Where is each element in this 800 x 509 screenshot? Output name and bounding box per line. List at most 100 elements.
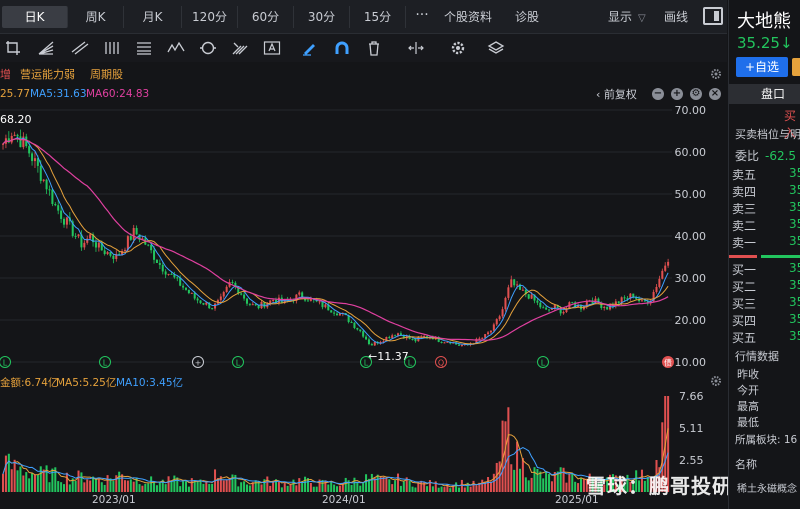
y-tick-label: 70.00	[675, 104, 707, 117]
tag-settings-icon[interactable]	[710, 68, 722, 80]
period-tab-60min[interactable]: 60分	[238, 6, 294, 28]
extra-action-button[interactable]	[792, 58, 800, 76]
volume-bar	[472, 480, 475, 492]
x-tick-label: 2023/01	[92, 494, 136, 506]
candle-body	[536, 300, 539, 303]
tag-item[interactable]: 增	[0, 66, 11, 82]
zoom-out-icon[interactable]: −	[652, 88, 664, 100]
volume-bar	[507, 407, 510, 492]
settings-icon[interactable]	[448, 39, 468, 57]
candle-body	[94, 242, 97, 248]
candle-body	[350, 322, 353, 324]
level-price: 35	[789, 183, 800, 197]
volume-bar	[74, 480, 77, 492]
stock-name: 大地熊	[737, 11, 791, 32]
tag-item[interactable]: 营运能力弱	[20, 66, 75, 82]
order-ratio: 委比 -62.5	[735, 147, 796, 164]
magnet-icon[interactable]	[332, 39, 352, 57]
more-periods-button[interactable]: ···	[410, 6, 434, 28]
level-label: 买四	[732, 314, 757, 328]
display-menu[interactable]: 显示 ▽	[608, 6, 646, 28]
volume-bar	[527, 480, 530, 492]
period-tab-month[interactable]: 月K	[124, 6, 182, 28]
level-price: 35	[789, 261, 800, 275]
depth-title[interactable]: 买卖档位与明	[735, 126, 800, 142]
volume-bar	[510, 464, 513, 492]
tag-item[interactable]: 周期股	[90, 66, 123, 82]
ma5-line	[2, 137, 669, 346]
diagnose-button[interactable]: 诊股	[506, 6, 548, 28]
candle-body	[57, 205, 60, 211]
volume-bar	[562, 467, 565, 492]
concept-label[interactable]: 稀土永磁概念	[737, 480, 797, 495]
candle-body	[440, 341, 443, 343]
fan-lines-icon[interactable]	[36, 39, 56, 57]
event-marker-label: Q	[438, 359, 444, 368]
panel-layout-icon[interactable]	[703, 7, 723, 25]
volume-bar	[518, 468, 522, 492]
volume-bar	[80, 472, 83, 492]
volume-bar	[170, 481, 173, 492]
candle-body	[530, 294, 533, 299]
volume-bar	[530, 477, 533, 492]
candle-body	[33, 158, 36, 162]
period-tab-15min[interactable]: 15分	[350, 6, 406, 28]
candle-body	[176, 277, 179, 279]
layers-icon[interactable]	[486, 39, 506, 57]
parallel-channel-icon[interactable]	[70, 39, 90, 57]
candle-body	[501, 309, 504, 317]
candle-body	[184, 287, 188, 290]
cycle-icon[interactable]	[198, 39, 218, 57]
volume-bar	[565, 482, 568, 492]
volume-bar	[356, 481, 359, 492]
volume-bar	[153, 482, 156, 492]
crop-icon[interactable]	[4, 39, 24, 57]
ratio-value: -62.5	[765, 149, 797, 163]
indicator-settings-icon[interactable]: ⚙	[690, 88, 702, 100]
volume-tick-label: 2.55	[679, 454, 704, 467]
info-open: 今开	[737, 384, 759, 397]
period-tab-week[interactable]: 周K	[68, 6, 124, 28]
candle-body	[54, 203, 57, 206]
fibonacci-icon[interactable]	[134, 39, 154, 57]
stock-profile-button[interactable]: 个股资料	[437, 6, 499, 28]
add-watchlist-button[interactable]: +自选	[736, 57, 788, 77]
trash-icon[interactable]	[364, 39, 384, 57]
pitchfork-icon[interactable]	[230, 39, 250, 57]
draw-line-button[interactable]: 画线	[664, 6, 688, 28]
level-label: 卖五	[732, 168, 757, 182]
buy-level-4: 买四 35	[732, 312, 800, 329]
candle-body	[155, 259, 158, 264]
candle-body	[388, 337, 391, 339]
tab-pankou[interactable]: 盘口	[729, 84, 800, 104]
candle-body	[10, 135, 13, 143]
level-label: 卖四	[732, 185, 757, 199]
pen-icon[interactable]	[300, 39, 320, 57]
text-annotation-icon[interactable]	[262, 39, 282, 57]
volume-bar	[132, 481, 135, 492]
volume-settings-icon[interactable]	[710, 375, 722, 387]
info-prev-close: 昨收	[737, 368, 759, 381]
candle-body	[214, 303, 217, 309]
price-adjust-dropdown[interactable]: ‹ 前复权	[596, 86, 637, 102]
volume-bar	[86, 479, 89, 492]
period-tab-30min[interactable]: 30分	[294, 6, 350, 28]
candle-body	[399, 333, 402, 335]
candle-body	[664, 265, 667, 271]
zoom-in-icon[interactable]: +	[671, 88, 683, 100]
vertical-lines-icon[interactable]	[102, 39, 122, 57]
period-tab-day[interactable]: 日K	[2, 6, 68, 28]
volume-bar	[60, 482, 63, 492]
candle-body	[150, 244, 153, 251]
period-tab-120min[interactable]: 120分	[182, 6, 238, 28]
event-marker-label: L	[103, 359, 108, 368]
candle-body	[330, 310, 333, 313]
chevron-left-icon: ‹	[596, 88, 604, 101]
volume-bar	[33, 475, 36, 492]
close-indicator-icon[interactable]: ×	[709, 88, 721, 100]
volume-bar	[13, 459, 16, 492]
wave-icon[interactable]	[166, 39, 186, 57]
sector-label[interactable]: 所属板块: 16	[735, 432, 797, 447]
split-view-icon[interactable]	[406, 39, 426, 57]
kline-chart[interactable]: 70.00 60.00 50.00 40.00 30.00 20.00 10.00 68.20…	[0, 103, 727, 371]
